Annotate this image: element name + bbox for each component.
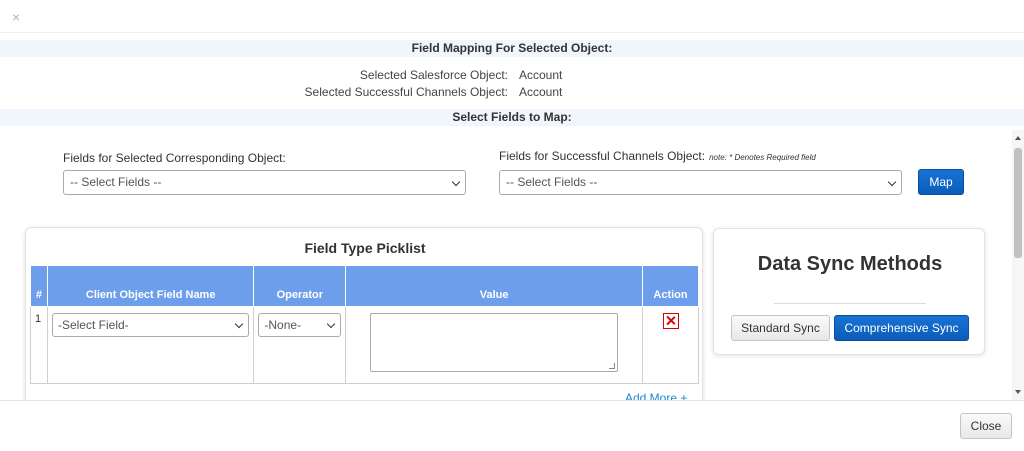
required-note: note: * Denotes Required field <box>709 153 816 162</box>
sync-divider <box>774 303 926 304</box>
field-name-select[interactable]: -Select Field- <box>51 313 250 337</box>
salesforce-object-label: Selected Salesforce Object: <box>359 68 508 82</box>
row-number: 1 <box>30 306 48 384</box>
map-button[interactable]: Map <box>918 169 964 195</box>
column-header-number: # <box>30 265 48 307</box>
corresponding-fields-select[interactable]: -- Select Fields -- <box>63 170 466 195</box>
operator-select[interactable]: -None- <box>258 313 342 337</box>
operator-select-value: -None- <box>264 318 302 332</box>
channels-fields-select-value: -- Select Fields -- <box>506 175 598 189</box>
delete-icon[interactable] <box>662 313 679 329</box>
salesforce-object-row: Selected Salesforce Object: Account <box>0 67 1024 83</box>
column-header-field-name: Client Object Field Name <box>46 265 255 307</box>
salesforce-object-value: Account <box>519 68 563 82</box>
channels-fields-select[interactable]: -- Select Fields -- <box>499 170 902 195</box>
chevron-down-icon <box>235 319 244 329</box>
section-title-field-mapping: Field Mapping For Selected Object: <box>0 40 1024 57</box>
column-header-operator: Operator <box>253 265 347 307</box>
close-icon[interactable]: × <box>12 9 20 25</box>
section-title-select-fields: Select Fields to Map: <box>0 109 1024 126</box>
standard-sync-button[interactable]: Standard Sync <box>731 315 830 341</box>
picklist-header-row: # Client Object Field Name Operator Valu… <box>30 265 699 307</box>
channels-fields-label: Fields for Successful Channels Object: no… <box>499 149 816 163</box>
channels-object-row: Selected Successful Channels Object: Acc… <box>0 84 1024 100</box>
chevron-down-icon <box>326 319 336 329</box>
action-cell <box>642 306 699 384</box>
resize-grip-icon[interactable] <box>609 363 616 369</box>
sync-title: Data Sync Methods <box>757 253 943 275</box>
value-textarea[interactable] <box>370 313 619 372</box>
channels-object-label: Selected Successful Channels Object: <box>304 85 508 99</box>
column-header-value: Value <box>345 265 644 307</box>
field-name-cell: -Select Field- <box>46 306 255 384</box>
chevron-down-icon <box>451 177 461 187</box>
field-mapping-modal: × Field Mapping For Selected Object: Sel… <box>0 0 1024 451</box>
channels-object-value: Account <box>519 85 563 99</box>
field-name-select-value: -Select Field- <box>57 318 129 332</box>
data-sync-methods-card: Data Sync Methods Standard Sync Comprehe… <box>713 228 985 355</box>
chevron-down-icon <box>887 177 897 187</box>
add-more-link[interactable]: Add More + <box>625 391 687 400</box>
scroll-up-icon[interactable] <box>1015 136 1021 140</box>
mapping-scroll-area: Fields for Selected Corresponding Object… <box>0 130 1024 400</box>
table-row: 1 -Select Field- -None- <box>30 306 699 384</box>
picklist-table: # Client Object Field Name Operator Valu… <box>30 265 699 384</box>
column-header-action: Action <box>642 265 699 307</box>
vertical-scrollbar[interactable] <box>1012 130 1024 400</box>
close-button[interactable]: Close <box>960 413 1012 439</box>
field-type-picklist-card: Field Type Picklist # Client Object Fiel… <box>25 227 703 400</box>
modal-footer: Close <box>0 400 1024 451</box>
channels-fields-label-text: Fields for Successful Channels Object: <box>499 149 706 163</box>
scrollbar-thumb[interactable] <box>1014 148 1022 258</box>
header-divider <box>0 32 1024 33</box>
corresponding-fields-label: Fields for Selected Corresponding Object… <box>63 151 286 165</box>
value-cell <box>345 306 644 384</box>
picklist-title: Field Type Picklist <box>304 240 426 256</box>
scroll-down-icon[interactable] <box>1015 390 1021 394</box>
operator-cell: -None- <box>253 306 347 384</box>
comprehensive-sync-button[interactable]: Comprehensive Sync <box>834 315 969 341</box>
corresponding-fields-select-value: -- Select Fields -- <box>70 175 162 189</box>
